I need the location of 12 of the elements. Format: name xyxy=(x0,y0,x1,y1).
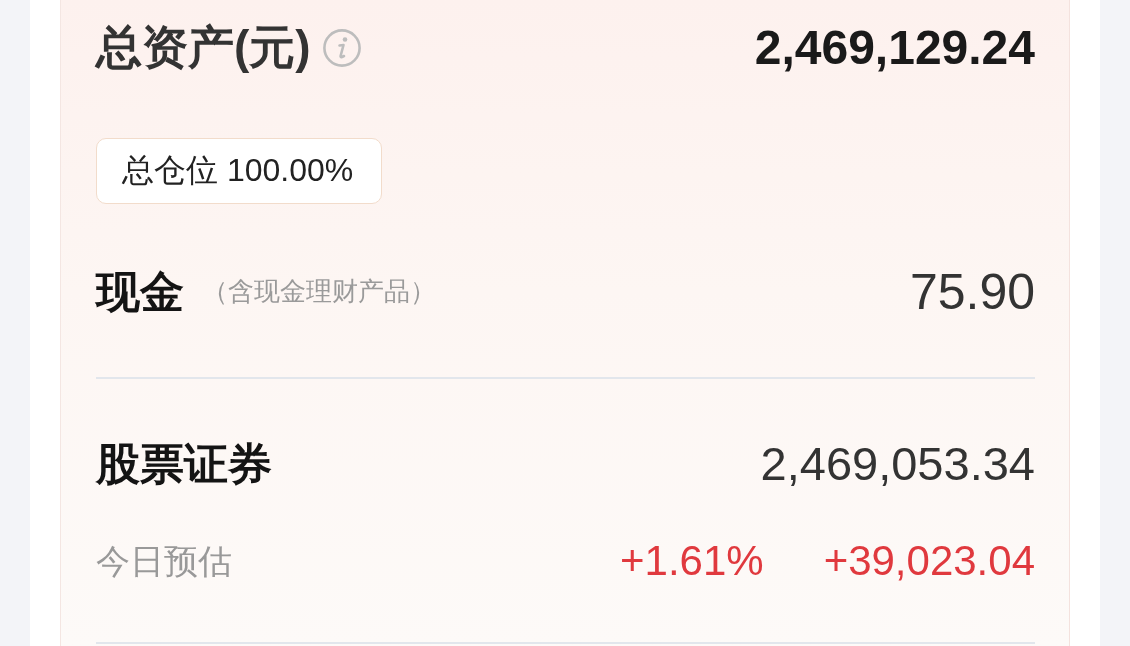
stocks-value: 2,469,053.34 xyxy=(760,435,1035,492)
stocks-label: 股票证券 xyxy=(96,437,272,490)
total-assets-value: 2,469,129.24 xyxy=(754,20,1035,77)
today-estimate-label: 今日预估 xyxy=(96,540,232,582)
position-badge: 总仓位 100.00% xyxy=(96,138,383,204)
cash-value: 75.90 xyxy=(909,263,1035,322)
cash-note: （含现金理财产品） xyxy=(202,276,436,308)
total-assets-label: 总资产(元) xyxy=(96,20,311,76)
info-icon[interactable] xyxy=(322,29,361,67)
today-change-percent: +1.61% xyxy=(620,535,764,586)
cash-label: 现金 xyxy=(96,265,184,318)
today-change-amount: +39,023.04 xyxy=(823,535,1035,586)
